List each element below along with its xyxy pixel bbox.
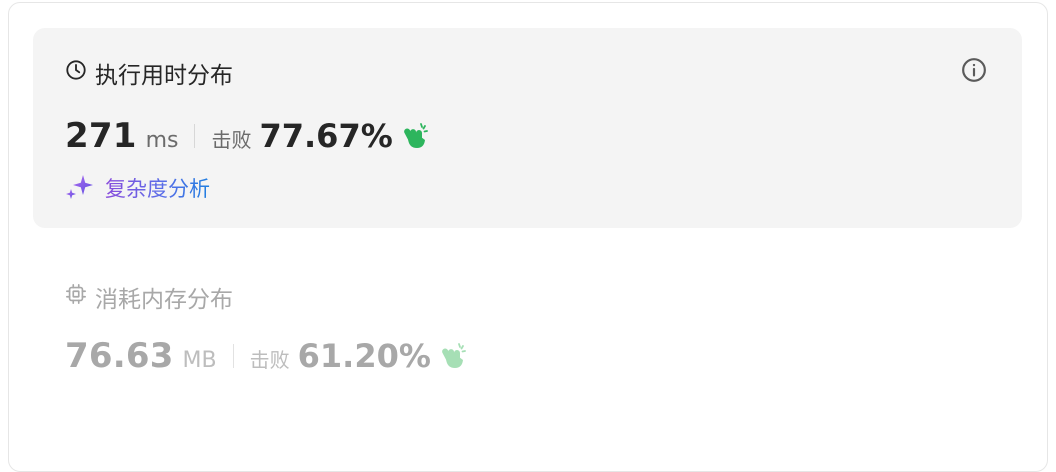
memory-value: 76.63	[65, 336, 174, 376]
runtime-unit: ms	[145, 128, 179, 153]
chip-icon	[65, 283, 87, 311]
clapping-hands-icon	[437, 342, 467, 370]
memory-stat-row: 76.63 MB 击败 61.20%	[65, 336, 467, 376]
memory-title-label: 消耗内存分布	[95, 287, 233, 313]
divider	[232, 344, 234, 368]
runtime-stat-row: 271 ms 击败 77.67%	[65, 116, 429, 156]
memory-title: 消耗内存分布	[65, 282, 233, 313]
sparkle-icon	[65, 173, 95, 203]
runtime-beats-label: 击败	[211, 128, 252, 152]
memory-unit: MB	[182, 348, 217, 373]
memory-beats-label: 击败	[249, 348, 290, 372]
runtime-beats-percent: 77.67%	[259, 117, 393, 155]
memory-card[interactable]: 消耗内存分布 76.63 MB 击败 61.20%	[33, 262, 1022, 412]
memory-beats-percent: 61.20%	[297, 337, 431, 375]
runtime-value: 271	[65, 116, 137, 156]
complexity-analysis-link[interactable]: 复杂度分析	[65, 173, 210, 203]
clock-icon	[65, 59, 87, 87]
clapping-hands-icon	[399, 122, 429, 150]
runtime-title-label: 执行用时分布	[95, 63, 233, 89]
divider	[194, 124, 196, 148]
complexity-analysis-label[interactable]: 复杂度分析	[105, 173, 210, 203]
runtime-card[interactable]: 执行用时分布 271 ms 击败 77.67% 复杂度分析	[33, 28, 1022, 228]
info-icon[interactable]	[960, 56, 988, 84]
runtime-title: 执行用时分布	[65, 58, 233, 89]
